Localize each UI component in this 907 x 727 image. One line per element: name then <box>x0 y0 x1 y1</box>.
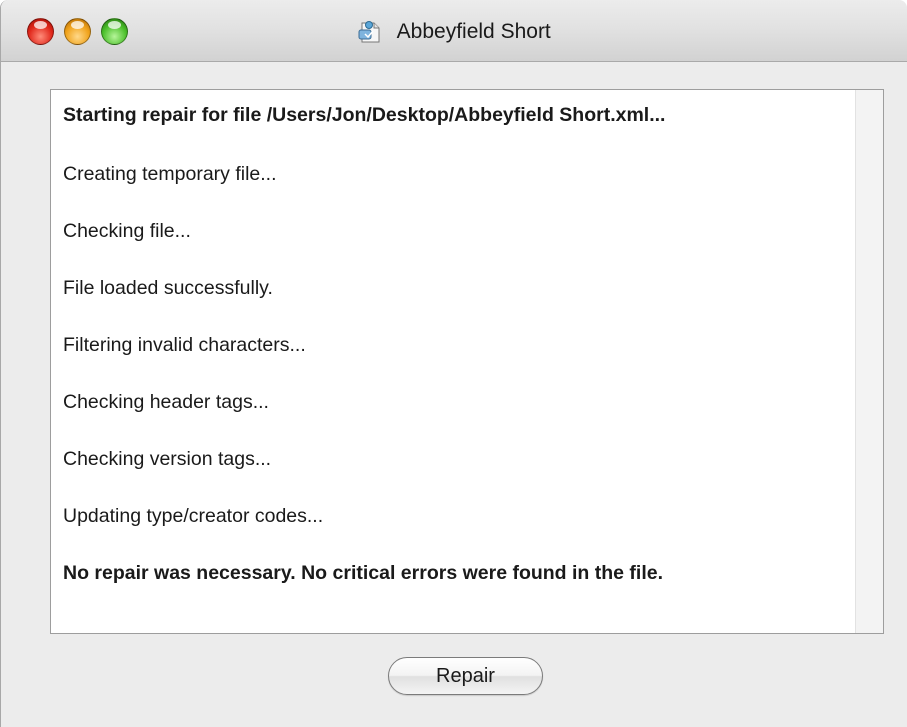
window-title: Abbeyfield Short <box>396 20 551 43</box>
log-line: No repair was necessary. No critical err… <box>63 562 664 584</box>
log-line: Starting repair for file /Users/Jon/Desk… <box>63 104 666 126</box>
log-line: Checking file... <box>63 220 191 242</box>
window-title-group: Abbeyfield Short <box>1 18 907 46</box>
log-line: File loaded successfully. <box>63 277 273 299</box>
title-bar[interactable]: Abbeyfield Short <box>1 0 907 62</box>
log-line: Checking version tags... <box>63 448 272 470</box>
log-line: Creating temporary file... <box>63 163 277 185</box>
log-line: Checking header tags... <box>63 391 269 413</box>
log-line: Updating type/creator codes... <box>63 505 324 527</box>
app-window: Abbeyfield Short Starting repair for fil… <box>0 0 907 727</box>
repair-button[interactable]: Repair <box>388 657 543 695</box>
document-repair-icon <box>358 20 384 44</box>
repair-log-panel[interactable]: Starting repair for file /Users/Jon/Desk… <box>50 89 884 634</box>
log-line: Filtering invalid characters... <box>63 334 306 356</box>
log-scrollbar[interactable] <box>855 90 883 633</box>
